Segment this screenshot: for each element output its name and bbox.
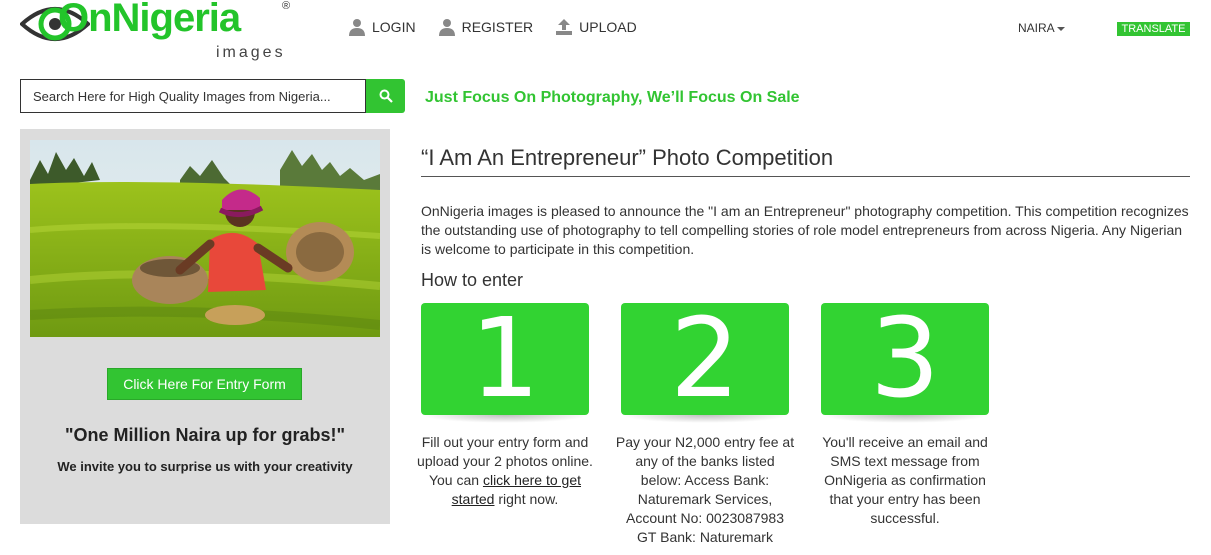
step-number: 3: [870, 303, 940, 415]
promo-panel: Click Here For Entry Form "One Million N…: [20, 129, 390, 524]
caret-down-icon: [1056, 26, 1065, 31]
title-divider: [421, 176, 1190, 177]
login-label: LOGIN: [372, 19, 416, 35]
invite-text: We invite you to surprise us with your c…: [57, 459, 353, 474]
step-text-part: right now.: [498, 491, 559, 507]
page-title: “I Am An Entrepreneur” Photo Competition: [421, 145, 834, 170]
user-icon: [438, 19, 455, 36]
currency-label: NAIRA: [1018, 21, 1055, 35]
step-number-box: 3: [821, 303, 989, 415]
brand-name: OnNigeria: [58, 0, 241, 40]
step-number-box: 1: [421, 303, 589, 415]
step-shadow: [621, 415, 789, 423]
step-3: 3 You'll receive an email and SMS text m…: [821, 303, 989, 526]
upload-link[interactable]: UPLOAD: [555, 18, 637, 36]
how-to-enter-heading: How to enter: [421, 270, 524, 290]
upload-label: UPLOAD: [579, 19, 637, 35]
step-shadow: [821, 415, 989, 423]
currency-dropdown[interactable]: NAIRA: [1018, 21, 1065, 35]
brand-subtitle: images: [216, 44, 286, 61]
site-logo[interactable]: OnNigeria ® images: [20, 0, 295, 66]
intro-paragraph: OnNigeria images is pleased to announce …: [421, 203, 1189, 257]
register-link[interactable]: REGISTER: [438, 18, 534, 36]
register-label: REGISTER: [461, 19, 534, 35]
top-nav: LOGIN REGISTER UPLOAD: [348, 18, 637, 36]
step-number: 1: [470, 303, 540, 415]
search-input[interactable]: [20, 79, 366, 113]
user-icon: [349, 19, 365, 36]
step-shadow: [421, 415, 589, 423]
step-description: You'll receive an email and SMS text mes…: [822, 434, 988, 526]
search-bar: [20, 79, 405, 113]
prize-headline: "One Million Naira up for grabs!": [64, 425, 346, 445]
step-1: 1 Fill out your entry form and upload yo…: [417, 303, 593, 507]
translate-button[interactable]: TRANSLATE: [1117, 22, 1190, 36]
search-icon: [379, 89, 393, 103]
step-2: 2 Pay your N2,000 entry fee at any of th…: [616, 303, 794, 545]
login-link[interactable]: LOGIN: [348, 18, 416, 36]
tea-picker-photo: [30, 140, 380, 337]
step-number: 2: [670, 303, 740, 415]
tagline: Just Focus On Photography, We’ll Focus O…: [425, 89, 800, 106]
upload-icon: [556, 19, 573, 35]
step-description: Fill out your entry form and upload your…: [415, 433, 595, 509]
search-button[interactable]: [366, 79, 405, 113]
entry-form-button[interactable]: Click Here For Entry Form: [107, 368, 302, 400]
registered-mark: ®: [282, 0, 291, 12]
step-number-box: 2: [621, 303, 789, 415]
step-description: Pay your N2,000 entry fee at any of the …: [615, 434, 795, 545]
